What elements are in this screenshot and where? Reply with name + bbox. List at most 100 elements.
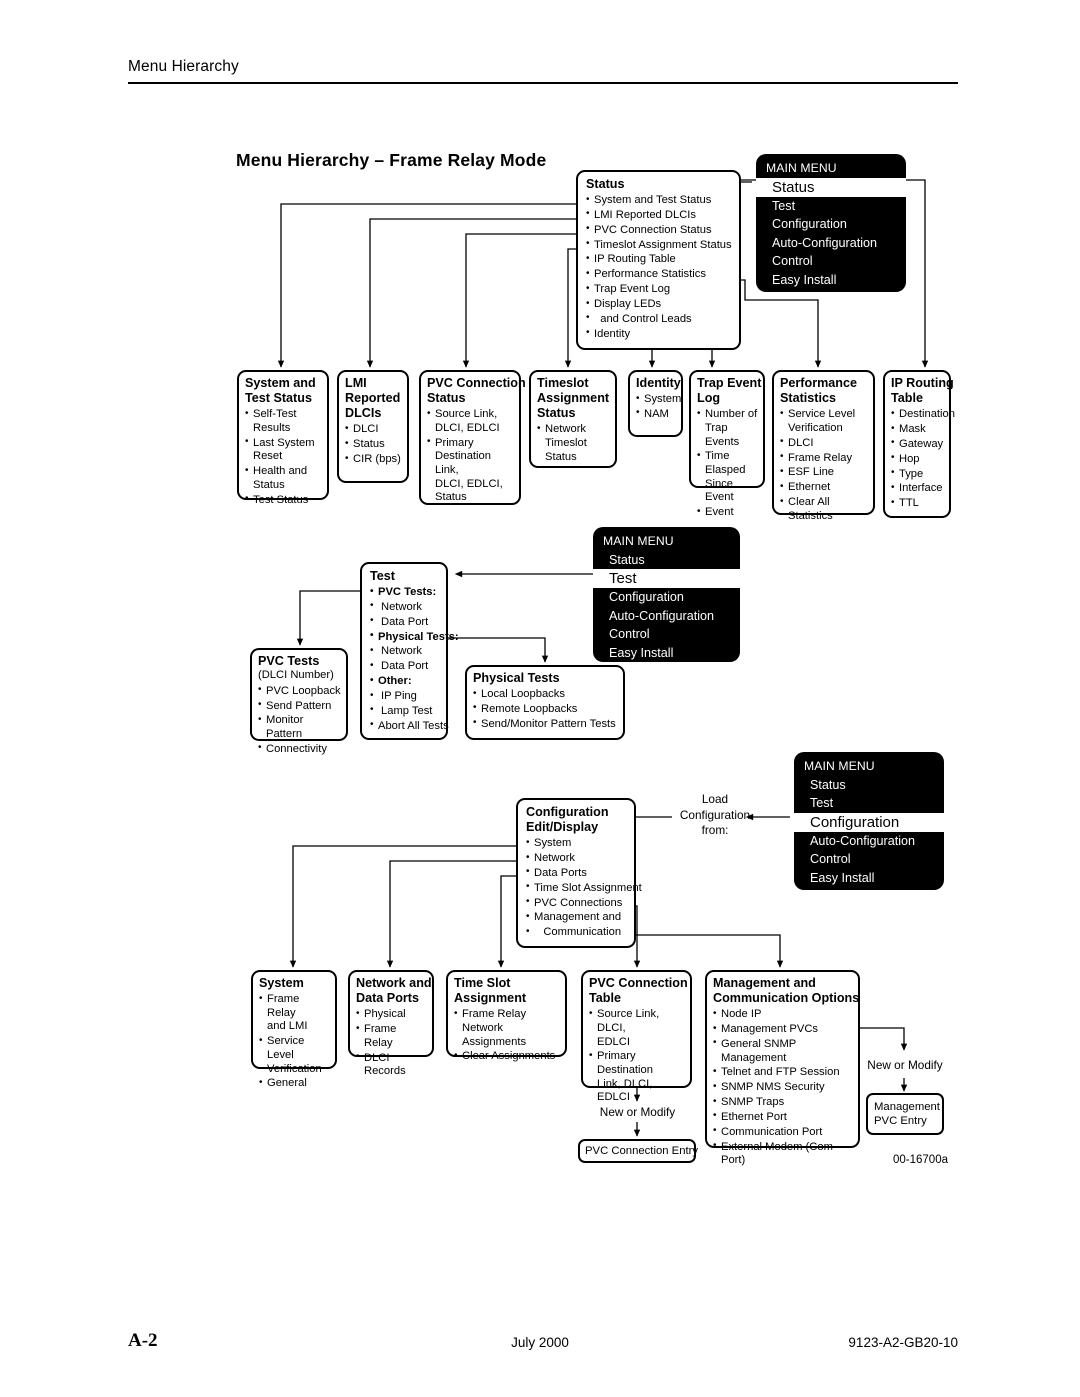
- status-menu-item-pvc-connection-status[interactable]: PVC Connection Status: [586, 223, 733, 238]
- list-item: Physical: [356, 1008, 427, 1022]
- status-menu-item-timeslot-assignment-status[interactable]: Timeslot Assignment Status: [586, 238, 733, 253]
- box-item-list: Destination Mask Gateway Hop Type Interf…: [891, 408, 955, 511]
- main-menu-item-test[interactable]: Test: [804, 794, 936, 813]
- figure-title: Menu Hierarchy – Frame Relay Mode: [236, 150, 547, 170]
- test-menu-group-physical-tests: Physical Tests:: [370, 630, 459, 645]
- config-menu-item-time-slot-assignment[interactable]: Time Slot Assignment: [526, 881, 642, 896]
- status-menu-item-performance-statistics[interactable]: Performance Statistics: [586, 268, 733, 282]
- pvc-connection-table-box: PVC Connection Table Source Link, DLCI, …: [581, 970, 692, 1103]
- time-slot-assignment-box: Time Slot Assignment Frame Relay Network…: [446, 970, 567, 1062]
- box-header-line1: Management and: [713, 976, 816, 990]
- list-item: General SNMP Management: [713, 1037, 853, 1065]
- test-menu-item-physical-network[interactable]: Network: [370, 645, 441, 659]
- main-menu-item-easy-install[interactable]: Easy Install: [804, 869, 936, 888]
- test-menu-header: Test: [370, 569, 395, 583]
- lmi-reported-dlcis-box: LMI Reported DLCIs DLCI Status CIR (bps): [337, 370, 409, 483]
- list-item: ESF Line: [780, 466, 868, 480]
- list-item: Health and Status: [245, 465, 322, 492]
- trap-event-log-box: Trap Event Log Number of Trap Events Tim…: [689, 370, 765, 518]
- config-menu-item-network[interactable]: Network: [526, 852, 629, 866]
- status-menu-item-display-leds[interactable]: Display LEDs: [586, 298, 733, 312]
- list-item: DLCI: [345, 423, 402, 437]
- test-menu-item-lamp-test[interactable]: Lamp Test: [370, 704, 441, 719]
- box-item-list: PVC Loopback Send Pattern Monitor Patter…: [258, 684, 341, 757]
- list-item: Mask: [891, 423, 944, 437]
- test-menu-item-pvc-data-port[interactable]: Data Port: [370, 615, 441, 630]
- list-item: SNMP NMS Security: [713, 1081, 853, 1095]
- list-item: Destination: [891, 408, 955, 422]
- main-menu-item-status[interactable]: Status: [756, 177, 906, 197]
- main-menu-test-panel[interactable]: MAIN MENU Status Test Configuration Auto…: [593, 527, 740, 662]
- config-menu-item-management-communication[interactable]: Management and: [526, 911, 629, 925]
- ip-routing-table-box: IP Routing Table Destination Mask Gatewa…: [883, 370, 955, 518]
- list-item: Connectivity: [258, 742, 341, 757]
- main-menu-status-panel[interactable]: MAIN MENU Status Test Configuration Auto…: [756, 154, 906, 292]
- main-menu-item-control[interactable]: Control: [804, 850, 936, 869]
- main-menu-item-test[interactable]: Test: [766, 197, 898, 216]
- list-item: Primary Destination Link, DLCI, EDLCI, S…: [427, 436, 514, 505]
- box-header-line2: Assignment: [454, 991, 527, 1006]
- main-menu-item-status[interactable]: Status: [804, 776, 936, 795]
- list-item: CIR (bps): [345, 453, 402, 467]
- test-menu-item-abort-all-tests[interactable]: Abort All Tests: [370, 719, 449, 734]
- box-header-line1: PVC Connection: [589, 976, 688, 990]
- box-header-line1: IP Routing: [891, 376, 954, 390]
- status-menu-item-display-leds-cont: and Control Leads: [586, 312, 733, 327]
- main-menu-item-configuration[interactable]: Configuration: [794, 812, 944, 832]
- box-item-list: Frame Relay and LMI Service Level Verifi…: [259, 993, 330, 1091]
- main-menu-item-easy-install[interactable]: Easy Install: [603, 644, 732, 663]
- document-page: Menu Hierarchy Menu Hierarchy – Frame Re…: [0, 0, 1080, 1397]
- main-menu-configuration-panel[interactable]: MAIN MENU Status Test Configuration Auto…: [794, 752, 944, 890]
- configuration-edit-display-box: Configuration Edit/Display System Networ…: [516, 798, 642, 948]
- list-item: Service Level Verification: [780, 408, 868, 435]
- config-menu-item-system[interactable]: System: [526, 837, 629, 851]
- list-item: PVC Loopback: [258, 684, 341, 699]
- box-header-line2: Statistics: [780, 391, 836, 406]
- status-menu-item-lmi-reported-dlcis[interactable]: LMI Reported DLCIs: [586, 208, 733, 223]
- box-item-list: Network Timeslot Status: [537, 423, 610, 464]
- timeslot-assignment-status-box: Timeslot Assignment Status Network Times…: [529, 370, 617, 468]
- test-menu-item-ip-ping[interactable]: IP Ping: [370, 690, 441, 704]
- box-item-list: Frame Relay Network Assignments Clear As…: [454, 1008, 560, 1064]
- main-menu-item-auto-configuration[interactable]: Auto-Configuration: [804, 832, 936, 851]
- list-item: Send Pattern: [258, 699, 341, 714]
- config-menu-item-pvc-connections[interactable]: PVC Connections: [526, 896, 629, 911]
- box-header-line1: System: [259, 976, 304, 990]
- box-header-line2: Reported: [345, 391, 401, 406]
- box-header-line1: PVC Tests: [258, 654, 320, 668]
- box-header-line2: Data Ports: [356, 991, 419, 1006]
- status-menu-item-ip-routing-table[interactable]: IP Routing Table: [586, 253, 733, 267]
- status-menu-item-system-and-test-status[interactable]: System and Test Status: [586, 194, 733, 208]
- list-item: General: [259, 1077, 330, 1091]
- list-item: Source Link, DLCI, EDLCI: [589, 1008, 685, 1049]
- footer-doc-number: 9123-A2-GB20-10: [848, 1335, 958, 1350]
- box-header-line2: Table: [891, 391, 923, 406]
- list-item: System: [636, 393, 681, 407]
- main-menu-item-status[interactable]: Status: [603, 551, 732, 570]
- list-item: Status: [345, 438, 402, 452]
- test-menu-item-physical-data-port[interactable]: Data Port: [370, 660, 441, 674]
- performance-statistics-box: Performance Statistics Service Level Ver…: [772, 370, 875, 522]
- main-menu-item-test[interactable]: Test: [593, 569, 740, 589]
- test-menu-item-pvc-network[interactable]: Network: [370, 600, 441, 615]
- main-menu-item-easy-install[interactable]: Easy Install: [766, 271, 898, 290]
- box-header-line1: Identity: [636, 376, 681, 390]
- list-item: NAM: [636, 407, 676, 422]
- main-menu-item-control[interactable]: Control: [603, 625, 732, 644]
- list-item: Remote Loopbacks: [473, 702, 618, 717]
- main-menu-item-auto-configuration[interactable]: Auto-Configuration: [603, 607, 732, 626]
- status-menu-item-identity[interactable]: Identity: [586, 327, 733, 342]
- box-header-line1: System and: [245, 376, 316, 390]
- box-header-line1: Performance: [780, 376, 857, 390]
- config-menu-item-management-communication-cont: Communication: [526, 926, 629, 940]
- status-menu-box: Status System and Test Status LMI Report…: [576, 170, 741, 350]
- main-menu-item-configuration[interactable]: Configuration: [603, 588, 732, 607]
- main-menu-title: MAIN MENU: [804, 759, 875, 773]
- main-menu-item-configuration[interactable]: Configuration: [766, 215, 898, 234]
- status-menu-item-trap-event-log[interactable]: Trap Event Log: [586, 283, 733, 297]
- main-menu-item-auto-configuration[interactable]: Auto-Configuration: [766, 234, 898, 253]
- config-menu-item-data-ports[interactable]: Data Ports: [526, 866, 629, 881]
- list-item: Gateway: [891, 437, 944, 452]
- main-menu-item-control[interactable]: Control: [766, 252, 898, 271]
- list-item: Number of Trap Events: [697, 408, 758, 449]
